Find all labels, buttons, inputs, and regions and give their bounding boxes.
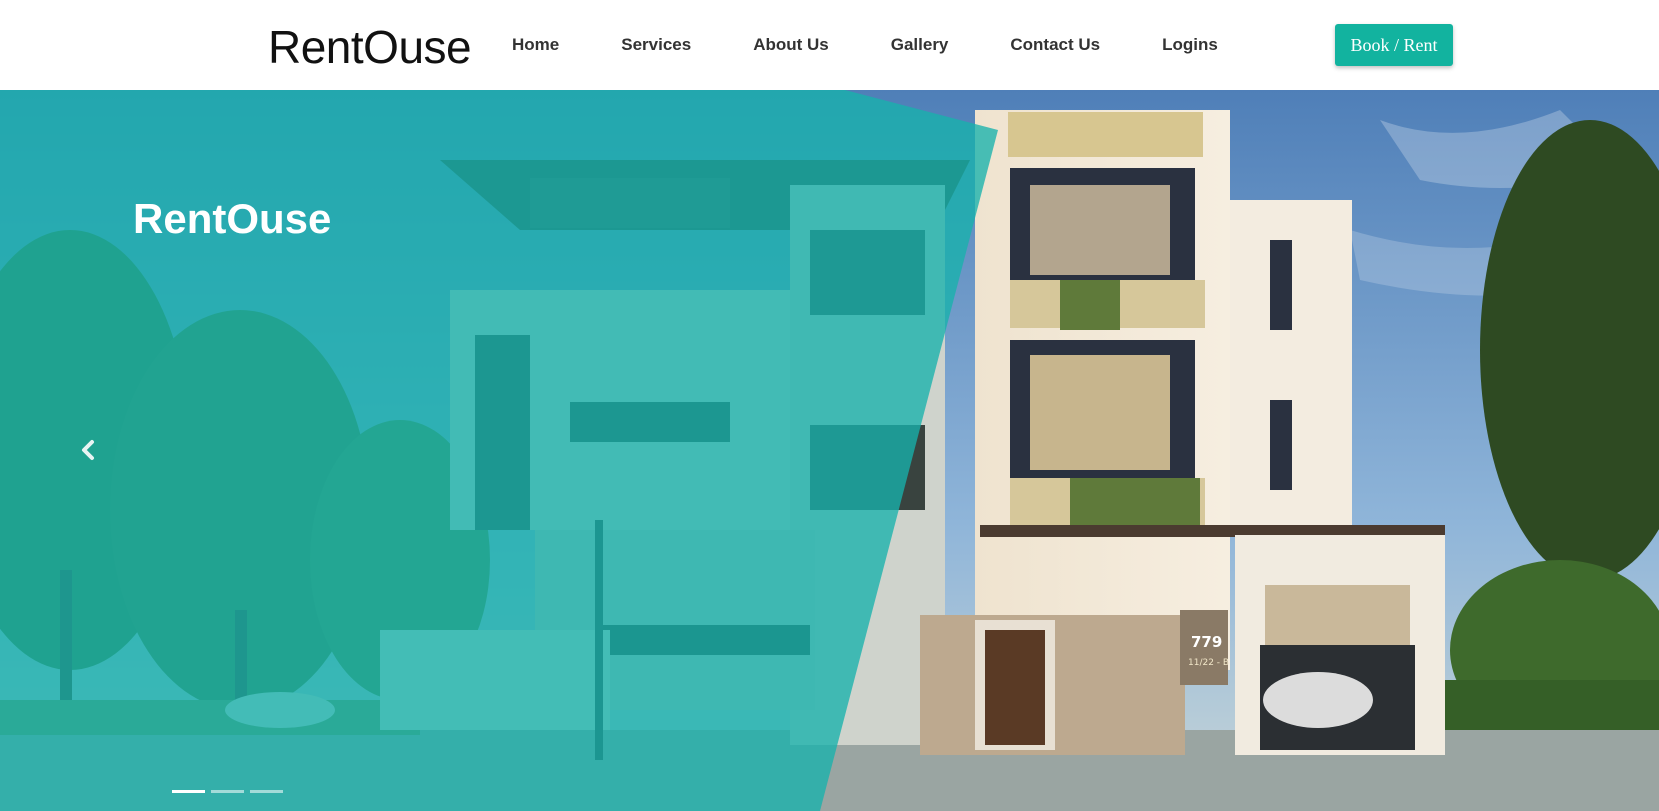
nav-contact-us[interactable]: Contact Us (1010, 35, 1100, 55)
carousel-indicator-1[interactable] (172, 790, 205, 793)
nav-services[interactable]: Services (621, 35, 691, 55)
nav-about-us[interactable]: About Us (753, 35, 829, 55)
hero-title: RentOuse (133, 195, 332, 242)
hero-carousel: 779 11/22 - B RentOuse (0, 90, 1659, 811)
main-nav: Home Services About Us Gallery Contact U… (512, 35, 1280, 55)
top-navbar: RentOuse Home Services About Us Gallery … (0, 0, 1659, 90)
carousel-indicator-2[interactable] (211, 790, 244, 793)
brand-logo[interactable]: RentOuse (268, 20, 472, 74)
carousel-indicators (172, 790, 289, 793)
carousel-indicator-3[interactable] (250, 790, 283, 793)
nav-home[interactable]: Home (512, 35, 559, 55)
nav-logins[interactable]: Logins (1162, 35, 1218, 55)
nav-gallery[interactable]: Gallery (891, 35, 949, 55)
chevron-left-icon[interactable] (72, 430, 102, 470)
book-rent-button[interactable]: Book / Rent (1335, 24, 1453, 66)
